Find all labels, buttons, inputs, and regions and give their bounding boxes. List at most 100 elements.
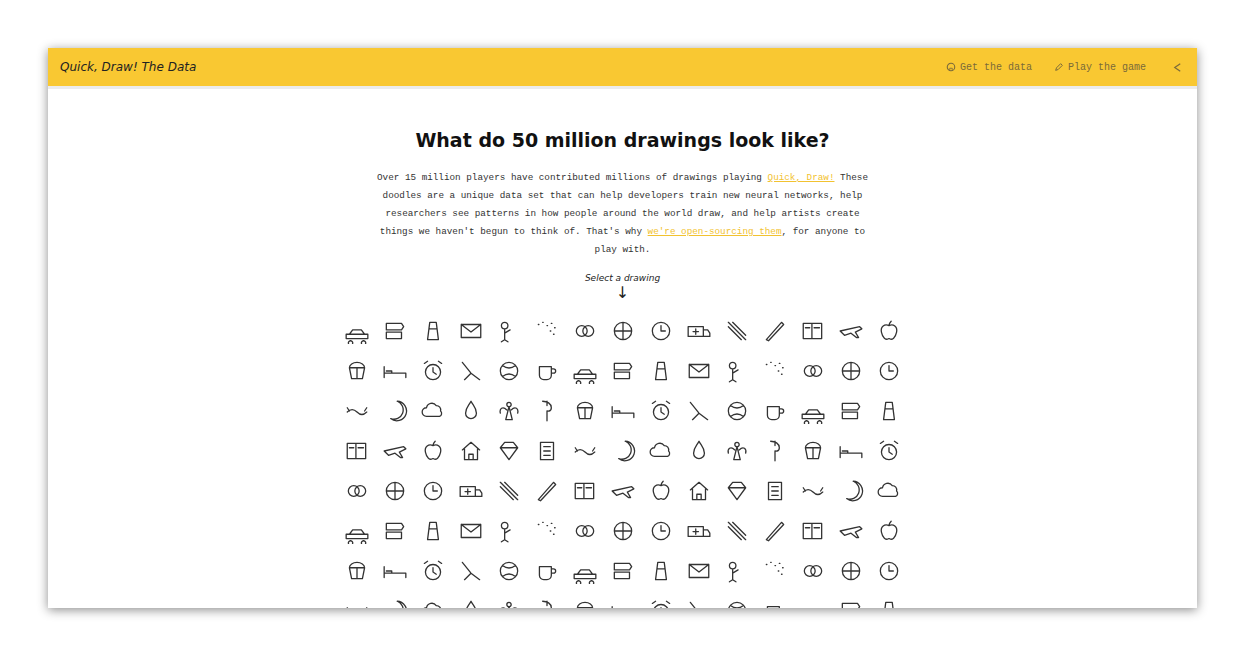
drawing-button[interactable]	[452, 351, 490, 391]
drawing-button[interactable]	[832, 511, 870, 551]
drawing-button[interactable]	[680, 471, 718, 511]
drawing-button[interactable]	[718, 351, 756, 391]
drawing-button[interactable]	[680, 311, 718, 351]
drawing-button[interactable]	[566, 551, 604, 591]
drawing-button[interactable]	[718, 431, 756, 471]
drawing-button[interactable]	[680, 591, 718, 608]
drawing-button[interactable]	[642, 431, 680, 471]
drawing-button[interactable]	[338, 591, 376, 608]
site-title[interactable]: Quick, Draw! The Data	[60, 60, 196, 74]
drawing-button[interactable]	[414, 591, 452, 608]
drawing-button[interactable]	[528, 311, 566, 351]
drawing-button[interactable]	[490, 351, 528, 391]
drawing-button[interactable]	[566, 591, 604, 608]
drawing-button[interactable]	[414, 511, 452, 551]
drawing-button[interactable]	[338, 511, 376, 551]
drawing-button[interactable]	[718, 471, 756, 511]
drawing-button[interactable]	[490, 391, 528, 431]
drawing-button[interactable]	[794, 391, 832, 431]
drawing-button[interactable]	[452, 471, 490, 511]
drawing-button[interactable]	[528, 551, 566, 591]
drawing-button[interactable]	[794, 431, 832, 471]
drawing-button[interactable]	[604, 431, 642, 471]
drawing-button[interactable]	[680, 551, 718, 591]
drawing-button[interactable]	[376, 511, 414, 551]
drawing-button[interactable]	[832, 591, 870, 608]
drawing-button[interactable]	[642, 311, 680, 351]
drawing-button[interactable]	[756, 351, 794, 391]
drawing-button[interactable]	[794, 471, 832, 511]
drawing-button[interactable]	[566, 431, 604, 471]
drawing-button[interactable]	[490, 591, 528, 608]
drawing-button[interactable]	[718, 311, 756, 351]
drawing-button[interactable]	[528, 351, 566, 391]
drawing-button[interactable]	[604, 471, 642, 511]
drawing-button[interactable]	[870, 311, 908, 351]
drawing-button[interactable]	[870, 391, 908, 431]
drawing-button[interactable]	[680, 431, 718, 471]
drawing-button[interactable]	[870, 591, 908, 608]
drawing-button[interactable]	[414, 351, 452, 391]
drawing-button[interactable]	[452, 551, 490, 591]
drawing-button[interactable]	[832, 431, 870, 471]
drawing-button[interactable]	[604, 511, 642, 551]
drawing-button[interactable]	[680, 391, 718, 431]
drawing-button[interactable]	[756, 391, 794, 431]
drawing-button[interactable]	[642, 591, 680, 608]
drawing-button[interactable]	[756, 431, 794, 471]
drawing-button[interactable]	[566, 311, 604, 351]
drawing-button[interactable]	[490, 551, 528, 591]
drawing-button[interactable]	[794, 591, 832, 608]
drawing-button[interactable]	[870, 471, 908, 511]
drawing-button[interactable]	[376, 311, 414, 351]
drawing-button[interactable]	[376, 551, 414, 591]
drawing-button[interactable]	[718, 391, 756, 431]
drawing-button[interactable]	[376, 431, 414, 471]
drawing-button[interactable]	[490, 431, 528, 471]
drawing-button[interactable]	[452, 391, 490, 431]
drawing-button[interactable]	[338, 551, 376, 591]
drawing-button[interactable]	[490, 511, 528, 551]
drawing-button[interactable]	[414, 551, 452, 591]
drawing-button[interactable]	[566, 511, 604, 551]
drawing-button[interactable]	[870, 351, 908, 391]
drawing-button[interactable]	[756, 511, 794, 551]
drawing-button[interactable]	[870, 431, 908, 471]
drawing-button[interactable]	[680, 351, 718, 391]
drawing-button[interactable]	[756, 551, 794, 591]
drawing-button[interactable]	[490, 311, 528, 351]
drawing-button[interactable]	[490, 471, 528, 511]
drawing-button[interactable]	[452, 431, 490, 471]
nav-link[interactable]: Get the data	[946, 62, 1032, 73]
drawing-button[interactable]	[376, 591, 414, 608]
drawing-button[interactable]	[528, 591, 566, 608]
intro-link[interactable]: we're open-sourcing them	[648, 226, 782, 237]
drawing-button[interactable]	[756, 591, 794, 608]
nav-link[interactable]: Play the game	[1054, 62, 1146, 73]
drawing-button[interactable]	[376, 471, 414, 511]
drawing-button[interactable]	[832, 471, 870, 511]
drawing-button[interactable]	[604, 551, 642, 591]
drawing-button[interactable]	[870, 551, 908, 591]
drawing-button[interactable]	[528, 391, 566, 431]
drawing-button[interactable]	[338, 351, 376, 391]
share-icon[interactable]	[1172, 62, 1183, 73]
drawing-button[interactable]	[376, 351, 414, 391]
drawing-button[interactable]	[528, 471, 566, 511]
drawing-button[interactable]	[604, 391, 642, 431]
drawing-button[interactable]	[794, 551, 832, 591]
drawing-button[interactable]	[832, 551, 870, 591]
drawing-button[interactable]	[870, 511, 908, 551]
drawing-button[interactable]	[528, 431, 566, 471]
drawing-button[interactable]	[604, 591, 642, 608]
drawing-button[interactable]	[604, 311, 642, 351]
drawing-button[interactable]	[756, 471, 794, 511]
drawing-button[interactable]	[338, 391, 376, 431]
drawing-button[interactable]	[642, 471, 680, 511]
drawing-button[interactable]	[414, 311, 452, 351]
drawing-button[interactable]	[718, 551, 756, 591]
drawing-button[interactable]	[338, 431, 376, 471]
drawing-button[interactable]	[832, 351, 870, 391]
drawing-button[interactable]	[566, 391, 604, 431]
drawing-button[interactable]	[794, 311, 832, 351]
